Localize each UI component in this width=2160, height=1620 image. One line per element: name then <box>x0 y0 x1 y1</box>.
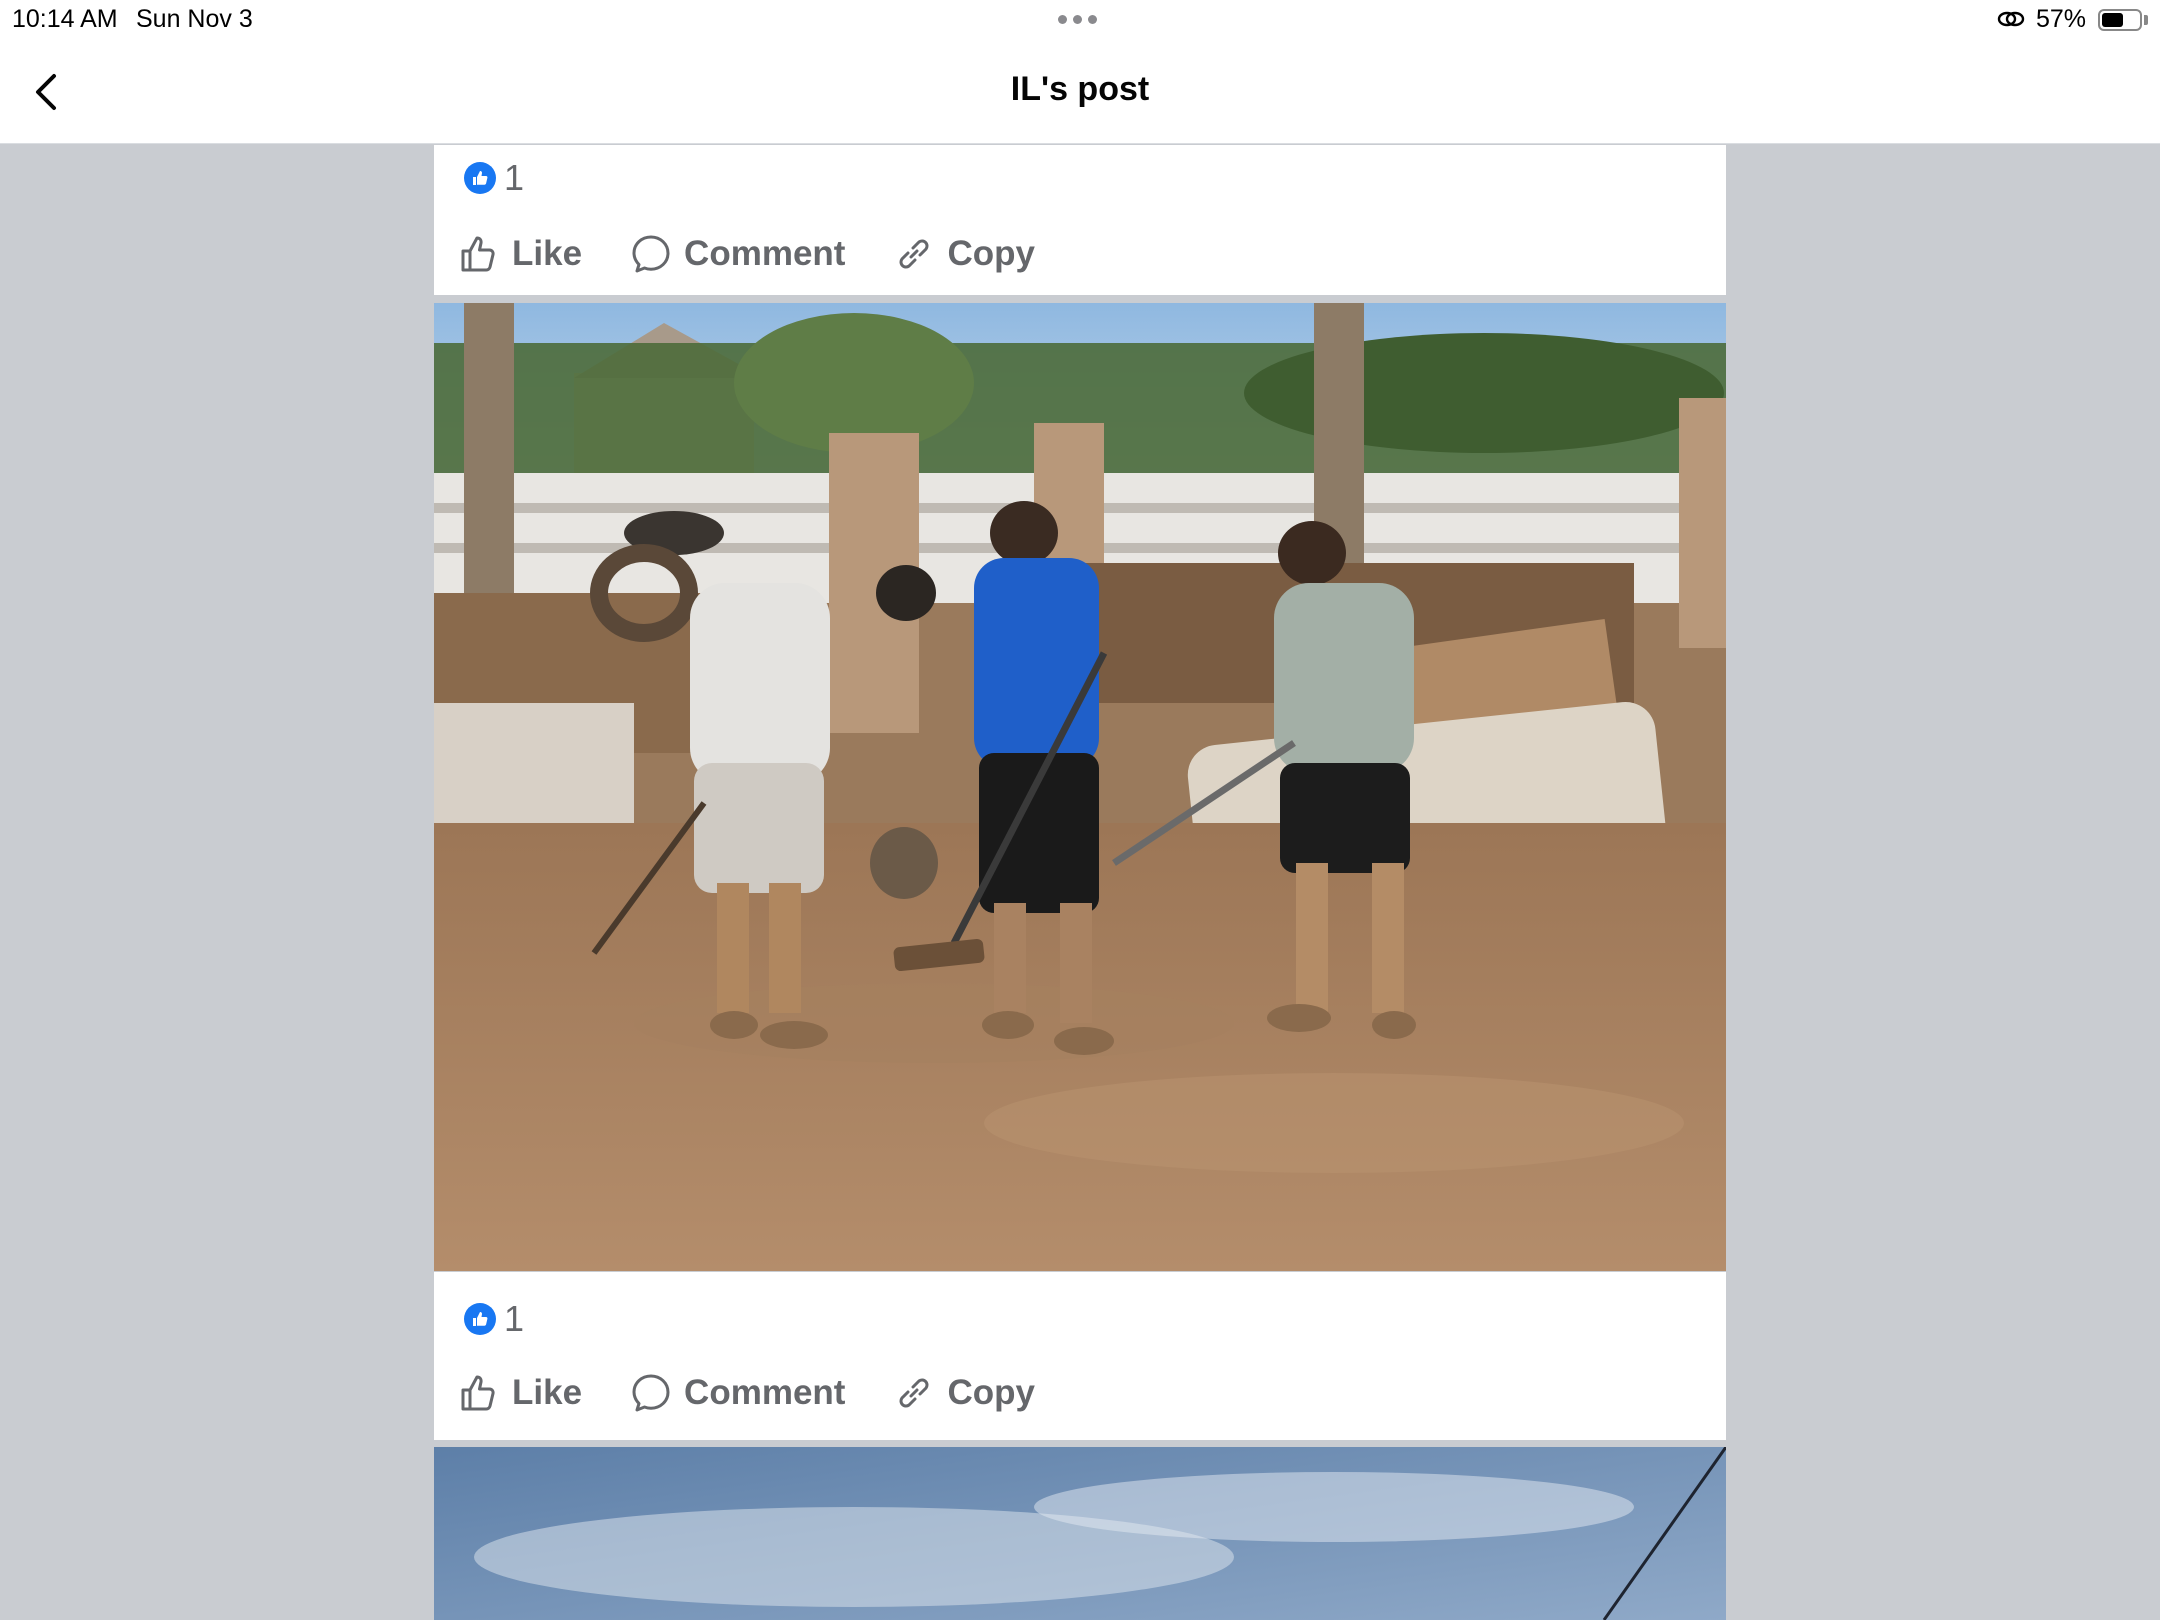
like-label: Like <box>512 1373 583 1412</box>
copy-link-button[interactable]: Copy <box>893 233 1035 275</box>
post-footer: 1 Like Comment Copy <box>434 1272 1726 1440</box>
status-time: 10:14 AM <box>12 5 118 33</box>
link-icon <box>1997 11 2025 27</box>
post-photo[interactable] <box>434 303 1726 1271</box>
page-title: IL's post <box>1010 70 1150 108</box>
like-reaction-icon <box>464 162 496 194</box>
comment-label: Comment <box>684 234 846 273</box>
like-button[interactable]: Like <box>458 233 582 275</box>
comment-icon <box>632 1374 670 1412</box>
action-bar: Like Comment Copy <box>458 233 1083 275</box>
battery-icon <box>2098 9 2142 31</box>
reaction-summary[interactable]: 1 <box>464 1298 524 1340</box>
multitasking-dots-icon[interactable] <box>1058 15 1097 24</box>
like-reaction-icon <box>464 1303 496 1335</box>
battery-fill <box>2102 13 2123 27</box>
battery-tip <box>2144 15 2148 25</box>
reaction-count: 1 <box>504 1298 525 1339</box>
post-footer: 1 Like Comment Copy <box>434 145 1726 295</box>
thumbs-up-icon <box>461 1375 495 1411</box>
link-icon <box>899 239 929 269</box>
comment-label: Comment <box>684 1373 846 1412</box>
link-icon <box>899 1378 929 1408</box>
status-bar: 10:14 AM Sun Nov 3 57% <box>0 0 2160 40</box>
comment-button[interactable]: Comment <box>630 233 845 275</box>
reaction-summary[interactable]: 1 <box>464 157 524 199</box>
action-bar: Like Comment Copy <box>458 1372 1083 1414</box>
thumbs-up-icon <box>461 236 495 272</box>
like-label: Like <box>512 234 583 273</box>
status-date: Sun Nov 3 <box>136 5 253 33</box>
comment-button[interactable]: Comment <box>630 1372 845 1414</box>
navigation-bar: IL's post <box>0 40 2160 144</box>
like-button[interactable]: Like <box>458 1372 582 1414</box>
copy-label: Copy <box>947 1373 1035 1412</box>
reaction-count: 1 <box>504 157 525 198</box>
comment-icon <box>632 235 670 273</box>
post-photo[interactable] <box>434 1447 1726 1620</box>
copy-link-button[interactable]: Copy <box>893 1372 1035 1414</box>
copy-label: Copy <box>947 234 1035 273</box>
battery-percent: 57% <box>2036 5 2087 33</box>
